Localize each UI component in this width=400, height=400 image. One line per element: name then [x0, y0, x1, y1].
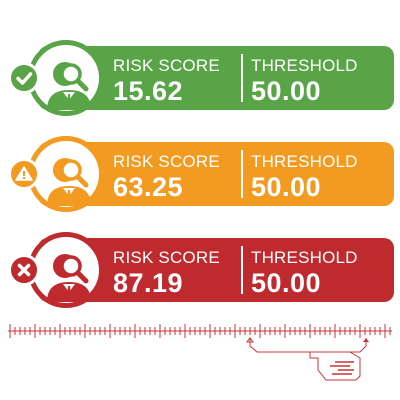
threshold-label: THRESHOLD — [251, 152, 358, 171]
risk-score-value: 15.62 — [113, 76, 184, 106]
threshold-label: THRESHOLD — [251, 248, 358, 267]
risk-card-high: RISK SCORE 87.19 THRESHOLD 50.00 — [8, 232, 394, 308]
risk-score-value: 63.25 — [113, 172, 184, 202]
risk-score-label: RISK SCORE — [113, 56, 220, 75]
decorative-ruler — [8, 324, 392, 381]
check-icon — [16, 72, 33, 85]
risk-score-label: RISK SCORE — [113, 248, 220, 267]
card-divider — [241, 150, 243, 198]
warning-icon — [15, 166, 33, 181]
risk-score-label: RISK SCORE — [113, 152, 220, 171]
analyst-magnifier-icon — [47, 158, 91, 206]
card-divider — [241, 54, 243, 102]
risk-score-value: 87.19 — [113, 268, 184, 298]
threshold-label: THRESHOLD — [251, 56, 358, 75]
threshold-value: 50.00 — [251, 172, 322, 202]
analyst-magnifier-icon — [47, 62, 91, 110]
threshold-value: 50.00 — [251, 268, 322, 298]
risk-card-low: RISK SCORE 15.62 THRESHOLD 50.00 — [8, 40, 394, 116]
status-badge-check — [8, 62, 40, 94]
x-icon — [17, 263, 31, 277]
threshold-value: 50.00 — [251, 76, 322, 106]
analyst-magnifier-icon — [47, 254, 91, 302]
status-badge-warning — [8, 158, 40, 190]
card-divider — [241, 246, 243, 294]
risk-card-medium: RISK SCORE 63.25 THRESHOLD 50.00 — [8, 136, 394, 212]
status-badge-x — [8, 254, 40, 286]
